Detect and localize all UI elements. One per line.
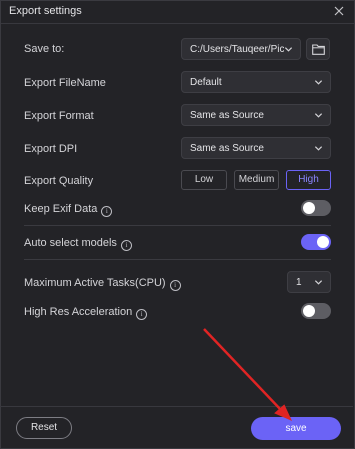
divider: [24, 225, 331, 226]
chevron-down-icon: [314, 80, 323, 85]
auto-select-label: Auto select models i: [24, 237, 132, 251]
export-format-value: Same as Source: [190, 110, 264, 121]
export-dpi-value: Same as Source: [190, 143, 264, 154]
save-to-value: C:/Users/Tauqeer/Pic...: [190, 44, 284, 55]
auto-select-text: Auto select models: [24, 237, 117, 249]
info-icon[interactable]: i: [169, 280, 181, 291]
export-format-label: Export Format: [24, 110, 94, 122]
close-icon[interactable]: [332, 4, 346, 18]
export-filename-select[interactable]: Default: [181, 71, 331, 93]
max-tasks-select[interactable]: 1: [287, 271, 331, 293]
high-res-label: High Res Acceleration i: [24, 306, 148, 320]
high-res-text: High Res Acceleration: [24, 306, 133, 318]
quality-medium-button[interactable]: Medium: [234, 170, 279, 190]
quality-low-button[interactable]: Low: [181, 170, 227, 190]
max-tasks-value: 1: [296, 277, 302, 288]
export-filename-label: Export FileName: [24, 77, 106, 89]
dialog-title: Export settings: [9, 5, 82, 17]
folder-icon: [312, 44, 325, 55]
info-icon[interactable]: i: [120, 240, 132, 251]
chevron-down-icon: [284, 47, 293, 52]
footer-divider: [0, 406, 353, 407]
chevron-down-icon: [314, 280, 323, 285]
export-format-select[interactable]: Same as Source: [181, 104, 331, 126]
save-to-label: Save to:: [24, 43, 65, 55]
keep-exif-toggle[interactable]: [301, 200, 331, 216]
max-tasks-label: Maximum Active Tasks(CPU) i: [24, 277, 181, 291]
toggle-knob: [317, 236, 329, 248]
title-bar: Export settings: [1, 1, 354, 24]
auto-select-toggle[interactable]: [301, 234, 331, 250]
save-button[interactable]: save: [251, 417, 341, 440]
export-filename-value: Default: [190, 77, 222, 88]
export-dpi-label: Export DPI: [24, 143, 78, 155]
export-dpi-select[interactable]: Same as Source: [181, 137, 331, 159]
chevron-down-icon: [314, 146, 323, 151]
quality-high-button[interactable]: High: [286, 170, 331, 190]
info-icon[interactable]: i: [136, 309, 148, 320]
toggle-knob: [303, 202, 315, 214]
export-quality-label: Export Quality: [24, 175, 94, 187]
reset-button[interactable]: Reset: [16, 417, 72, 439]
high-res-toggle[interactable]: [301, 303, 331, 319]
info-icon[interactable]: i: [101, 206, 113, 217]
save-to-select[interactable]: C:/Users/Tauqeer/Pic...: [181, 38, 301, 60]
keep-exif-label: Keep Exif Data i: [24, 203, 113, 217]
max-tasks-text: Maximum Active Tasks(CPU): [24, 277, 166, 289]
divider: [24, 259, 331, 260]
chevron-down-icon: [314, 113, 323, 118]
browse-folder-button[interactable]: [306, 38, 330, 60]
keep-exif-text: Keep Exif Data: [24, 203, 98, 215]
toggle-knob: [303, 305, 315, 317]
